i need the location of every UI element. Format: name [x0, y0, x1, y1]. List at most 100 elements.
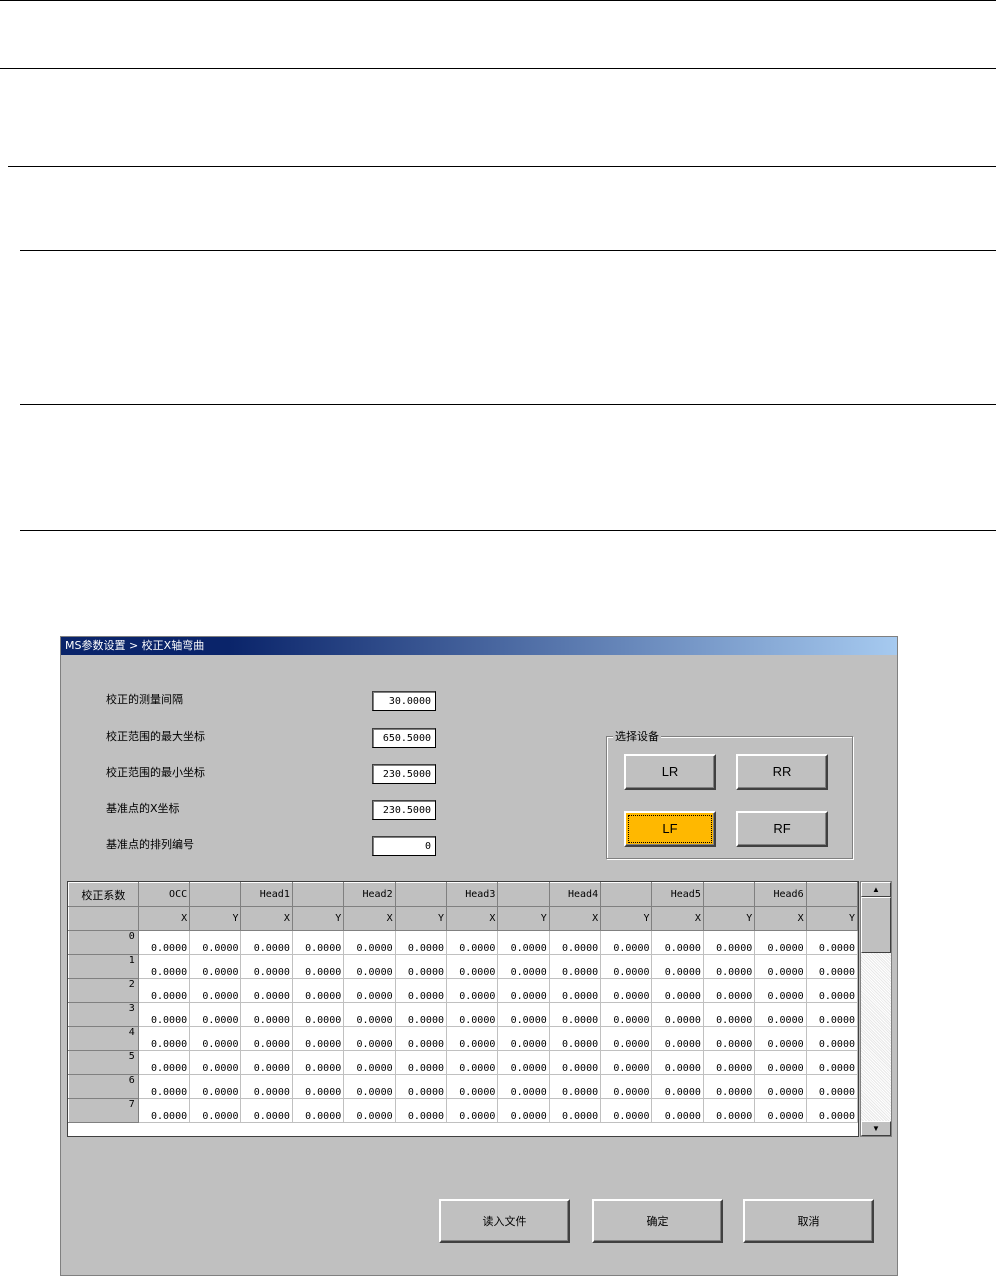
ref-index-input[interactable]	[372, 836, 436, 856]
grid-cell[interactable]: 0.0000	[189, 1002, 242, 1027]
grid-cell[interactable]: 0.0000	[548, 1074, 602, 1099]
grid-cell[interactable]: 0.0000	[600, 954, 653, 979]
grid-cell[interactable]: 0.0000	[189, 1098, 242, 1123]
grid-cell[interactable]: 0.0000	[291, 1050, 345, 1075]
grid-cell[interactable]: 0.0000	[651, 1050, 704, 1075]
grid-cell[interactable]: 0.0000	[754, 1050, 807, 1075]
min-coord-input[interactable]	[372, 764, 436, 784]
grid-cell[interactable]: 0.0000	[600, 1098, 653, 1123]
grid-cell[interactable]: 0.0000	[291, 978, 345, 1003]
grid-cell[interactable]: 0.0000	[497, 930, 550, 955]
grid-cell[interactable]: 0.0000	[137, 978, 191, 1003]
grid-cell[interactable]: 0.0000	[189, 1074, 242, 1099]
grid-cell[interactable]: 0.0000	[600, 1074, 653, 1099]
grid-cell[interactable]: 0.0000	[548, 954, 602, 979]
grid-cell[interactable]: 0.0000	[702, 1074, 756, 1099]
grid-cell[interactable]: 0.0000	[497, 1026, 550, 1051]
grid-cell[interactable]: 0.0000	[651, 1098, 704, 1123]
grid-cell[interactable]: 0.0000	[754, 1074, 807, 1099]
grid-cell[interactable]: 0.0000	[754, 978, 807, 1003]
grid-cell[interactable]: 0.0000	[805, 1074, 858, 1099]
confirm-button[interactable]: 确定	[592, 1199, 723, 1243]
grid-cell[interactable]: 0.0000	[240, 954, 293, 979]
max-coord-input[interactable]	[372, 728, 436, 748]
grid-cell[interactable]: 0.0000	[137, 1002, 191, 1027]
grid-cell[interactable]: 0.0000	[240, 1002, 293, 1027]
grid-cell[interactable]: 0.0000	[137, 1074, 191, 1099]
grid-cell[interactable]: 0.0000	[343, 1050, 396, 1075]
grid-cell[interactable]: 0.0000	[600, 978, 653, 1003]
grid-cell[interactable]: 0.0000	[343, 978, 396, 1003]
grid-cell[interactable]: 0.0000	[805, 1002, 858, 1027]
grid-cell[interactable]: 0.0000	[343, 1002, 396, 1027]
scroll-down-icon[interactable]: ▼	[861, 1121, 891, 1136]
grid-cell[interactable]: 0.0000	[754, 1026, 807, 1051]
grid-cell[interactable]: 0.0000	[754, 1098, 807, 1123]
grid-cell[interactable]: 0.0000	[548, 1026, 602, 1051]
grid-cell[interactable]: 0.0000	[702, 1050, 756, 1075]
grid-cell[interactable]: 0.0000	[600, 1050, 653, 1075]
grid-cell[interactable]: 0.0000	[754, 930, 807, 955]
grid-cell[interactable]: 0.0000	[651, 954, 704, 979]
grid-cell[interactable]: 0.0000	[240, 1074, 293, 1099]
grid-cell[interactable]: 0.0000	[343, 1074, 396, 1099]
device-rf-button[interactable]: RF	[736, 811, 828, 847]
grid-cell[interactable]: 0.0000	[240, 978, 293, 1003]
grid-cell[interactable]: 0.0000	[445, 954, 499, 979]
grid-cell[interactable]: 0.0000	[497, 1098, 550, 1123]
grid-cell[interactable]: 0.0000	[291, 954, 345, 979]
grid-cell[interactable]: 0.0000	[754, 1002, 807, 1027]
grid-cell[interactable]: 0.0000	[445, 1002, 499, 1027]
grid-cell[interactable]: 0.0000	[805, 1026, 858, 1051]
grid-cell[interactable]: 0.0000	[343, 1026, 396, 1051]
grid-cell[interactable]: 0.0000	[394, 930, 447, 955]
grid-cell[interactable]: 0.0000	[548, 1098, 602, 1123]
grid-cell[interactable]: 0.0000	[240, 930, 293, 955]
interval-input[interactable]	[372, 691, 436, 711]
read-file-button[interactable]: 读入文件	[439, 1199, 570, 1243]
grid-cell[interactable]: 0.0000	[754, 954, 807, 979]
grid-cell[interactable]: 0.0000	[600, 1002, 653, 1027]
grid-cell[interactable]: 0.0000	[805, 930, 858, 955]
grid-cell[interactable]: 0.0000	[240, 1026, 293, 1051]
grid-cell[interactable]: 0.0000	[445, 1074, 499, 1099]
scroll-up-icon[interactable]: ▲	[861, 882, 891, 897]
grid-cell[interactable]: 0.0000	[240, 1098, 293, 1123]
ref-x-input[interactable]	[372, 800, 436, 820]
grid-cell[interactable]: 0.0000	[189, 954, 242, 979]
grid-cell[interactable]: 0.0000	[600, 1026, 653, 1051]
scroll-thumb[interactable]	[861, 897, 891, 953]
grid-cell[interactable]: 0.0000	[137, 1098, 191, 1123]
grid-cell[interactable]: 0.0000	[189, 930, 242, 955]
grid-cell[interactable]: 0.0000	[291, 930, 345, 955]
grid-cell[interactable]: 0.0000	[805, 978, 858, 1003]
grid-cell[interactable]: 0.0000	[702, 978, 756, 1003]
grid-cell[interactable]: 0.0000	[702, 930, 756, 955]
grid-cell[interactable]: 0.0000	[651, 1026, 704, 1051]
device-lr-button[interactable]: LR	[624, 754, 716, 790]
grid-cell[interactable]: 0.0000	[394, 1074, 447, 1099]
grid-vertical-scrollbar[interactable]: ▲ ▼	[860, 881, 892, 1137]
grid-cell[interactable]: 0.0000	[291, 1074, 345, 1099]
grid-cell[interactable]: 0.0000	[445, 978, 499, 1003]
device-rr-button[interactable]: RR	[736, 754, 828, 790]
grid-cell[interactable]: 0.0000	[394, 1098, 447, 1123]
grid-cell[interactable]: 0.0000	[548, 1002, 602, 1027]
grid-cell[interactable]: 0.0000	[445, 930, 499, 955]
grid-cell[interactable]: 0.0000	[394, 1026, 447, 1051]
grid-cell[interactable]: 0.0000	[497, 1050, 550, 1075]
grid-cell[interactable]: 0.0000	[497, 978, 550, 1003]
grid-cell[interactable]: 0.0000	[343, 954, 396, 979]
grid-cell[interactable]: 0.0000	[651, 978, 704, 1003]
grid-cell[interactable]: 0.0000	[805, 954, 858, 979]
grid-cell[interactable]: 0.0000	[805, 1098, 858, 1123]
cancel-button[interactable]: 取消	[743, 1199, 874, 1243]
grid-cell[interactable]: 0.0000	[548, 1050, 602, 1075]
grid-cell[interactable]: 0.0000	[702, 1098, 756, 1123]
grid-cell[interactable]: 0.0000	[651, 930, 704, 955]
grid-cell[interactable]: 0.0000	[445, 1026, 499, 1051]
grid-cell[interactable]: 0.0000	[702, 1002, 756, 1027]
grid-cell[interactable]: 0.0000	[394, 978, 447, 1003]
grid-cell[interactable]: 0.0000	[343, 1098, 396, 1123]
grid-cell[interactable]: 0.0000	[137, 1026, 191, 1051]
